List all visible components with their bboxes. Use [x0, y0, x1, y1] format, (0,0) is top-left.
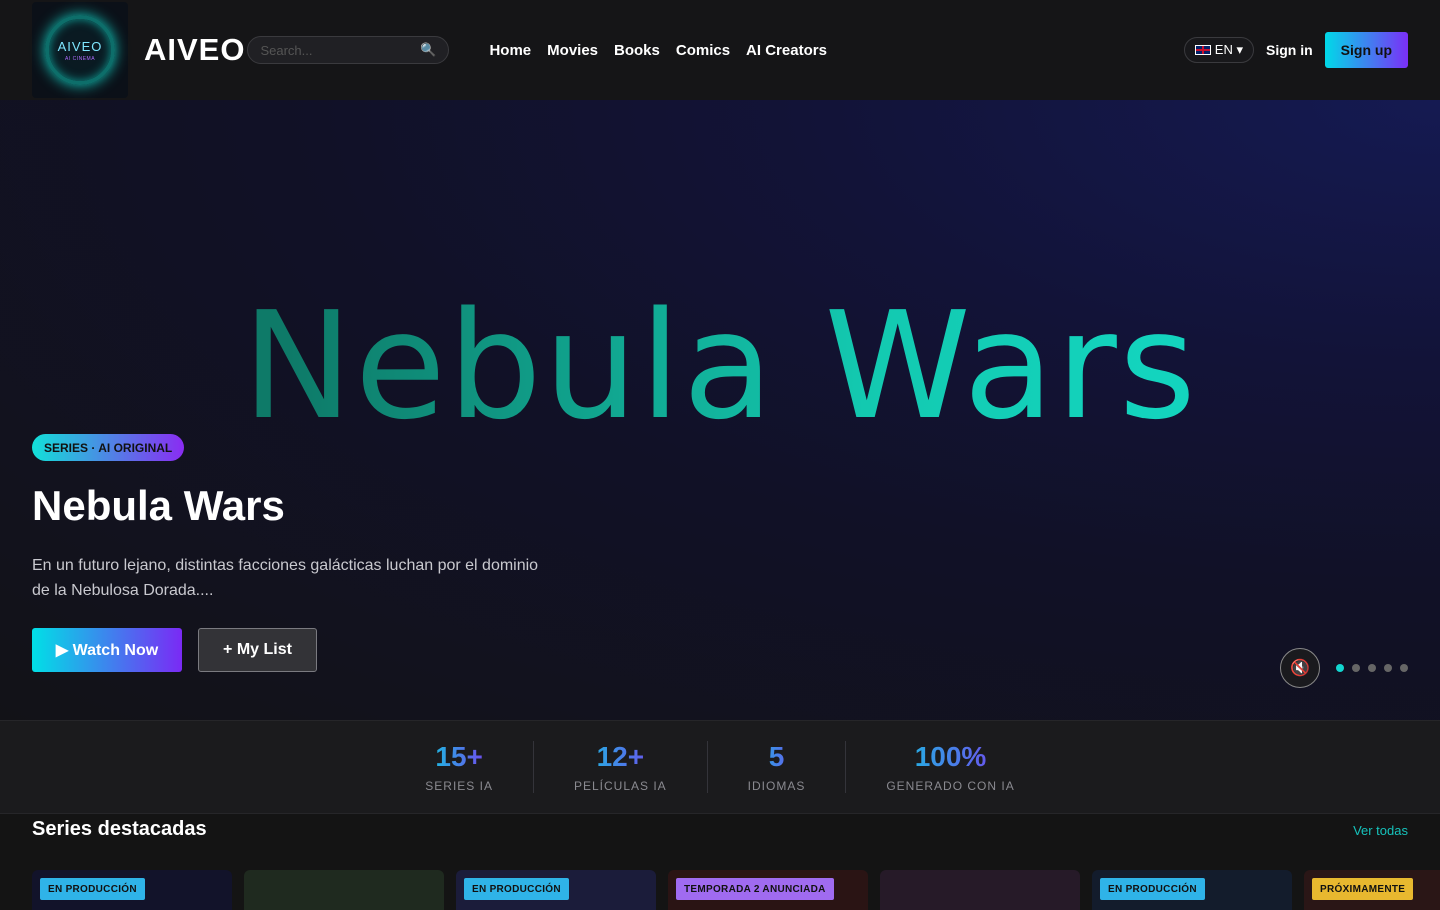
stats-bar: 15+ SERIES IA 12+ PELÍCULAS IA 5 IDIOMAS 100% G…: [0, 720, 1440, 814]
nav-ai-creators[interactable]: AI Creators: [746, 42, 827, 59]
search-input[interactable]: [260, 42, 411, 58]
series-card[interactable]: [244, 870, 444, 910]
carousel-dot[interactable]: [1384, 664, 1392, 672]
series-card-row: EN PRODUCCIÓN EN PRODUCCIÓN TEMPORADA 2 AN…: [32, 870, 1440, 910]
series-badge: SERIES · AI ORIGINAL: [32, 434, 185, 461]
carousel-dot[interactable]: [1368, 664, 1376, 672]
series-card[interactable]: [880, 870, 1080, 910]
series-card[interactable]: EN PRODUCCIÓN: [32, 870, 232, 910]
hero-art-title: Nebula Wars: [0, 280, 1440, 452]
stat-value: 15+: [425, 741, 493, 773]
stat-label: SERIES IA: [425, 779, 493, 793]
search-icon[interactable]: 🔍: [420, 42, 436, 58]
search-box[interactable]: 🔍: [247, 36, 450, 64]
stat-item: 100% GENERADO CON IA: [846, 741, 1054, 793]
status-badge: TEMPORADA 2 ANUNCIADA: [676, 878, 834, 900]
carousel-dots: [1336, 664, 1408, 672]
brand-name[interactable]: AIVEO: [144, 32, 245, 68]
uk-flag-icon: [1194, 45, 1211, 55]
nav-movies[interactable]: Movies: [547, 42, 598, 59]
muted-speaker-icon: 🔇: [1290, 660, 1310, 677]
language-selector[interactable]: EN ▾: [1183, 37, 1254, 63]
stat-label: IDIOMAS: [747, 779, 806, 793]
stat-value: 100%: [886, 741, 1014, 773]
status-badge: EN PRODUCCIÓN: [464, 878, 569, 900]
my-list-button[interactable]: + My List: [198, 628, 317, 672]
hero-banner: Nebula Wars SERIES · AI ORIGINAL Nebula …: [0, 100, 1440, 720]
stat-item: 15+ SERIES IA: [385, 741, 534, 793]
series-card[interactable]: EN PRODUCCIÓN: [456, 870, 656, 910]
stat-item: 12+ PELÍCULAS IA: [534, 741, 708, 793]
series-card[interactable]: EN PRODUCCIÓN: [1092, 870, 1292, 910]
status-badge: EN PRODUCCIÓN: [40, 878, 145, 900]
carousel-dot[interactable]: [1352, 664, 1360, 672]
nav-comics[interactable]: Comics: [676, 42, 730, 59]
series-card[interactable]: PRÓXIMAMENTE: [1304, 870, 1440, 910]
sign-up-button[interactable]: Sign up: [1324, 32, 1408, 68]
stat-item: 5 IDIOMAS: [708, 741, 847, 793]
stat-value: 5: [748, 741, 806, 773]
section-title: Series destacadas: [32, 818, 207, 840]
main-nav: Home Movies Books Comics AI Creators: [489, 42, 826, 59]
hero-description: En un futuro lejano, distintas facciones…: [32, 557, 539, 599]
nav-books[interactable]: Books: [614, 42, 660, 59]
logo-text: AIVEO: [57, 38, 103, 54]
stat-label: PELÍCULAS IA: [573, 779, 667, 793]
top-header: AIVEO AI CINEMA AIVEO 🔍 Home Movies Book…: [0, 0, 1440, 100]
header-actions: EN ▾ Sign in Sign up: [1183, 32, 1408, 68]
status-badge: PRÓXIMAMENTE: [1312, 878, 1414, 900]
series-card[interactable]: TEMPORADA 2 ANUNCIADA: [668, 870, 868, 910]
nav-home[interactable]: Home: [489, 42, 531, 59]
status-badge: EN PRODUCCIÓN: [1100, 878, 1205, 900]
stat-value: 12+: [574, 741, 667, 773]
language-label: EN ▾: [1214, 42, 1243, 57]
mute-toggle-button[interactable]: 🔇: [1280, 648, 1320, 688]
see-all-link[interactable]: Ver todas: [1353, 823, 1408, 838]
logo-subtext: AI CINEMA: [64, 55, 96, 62]
logo-ring: AIVEO AI CINEMA: [45, 15, 115, 85]
carousel-dot[interactable]: [1400, 664, 1408, 672]
logo[interactable]: AIVEO AI CINEMA: [32, 2, 128, 98]
hero-title: Nebula Wars: [32, 482, 285, 529]
stat-label: GENERADO CON IA: [886, 779, 1015, 793]
carousel-dot[interactable]: [1336, 664, 1344, 672]
sign-in-link[interactable]: Sign in: [1266, 42, 1313, 58]
watch-now-button[interactable]: ▶ Watch Now: [32, 628, 182, 672]
